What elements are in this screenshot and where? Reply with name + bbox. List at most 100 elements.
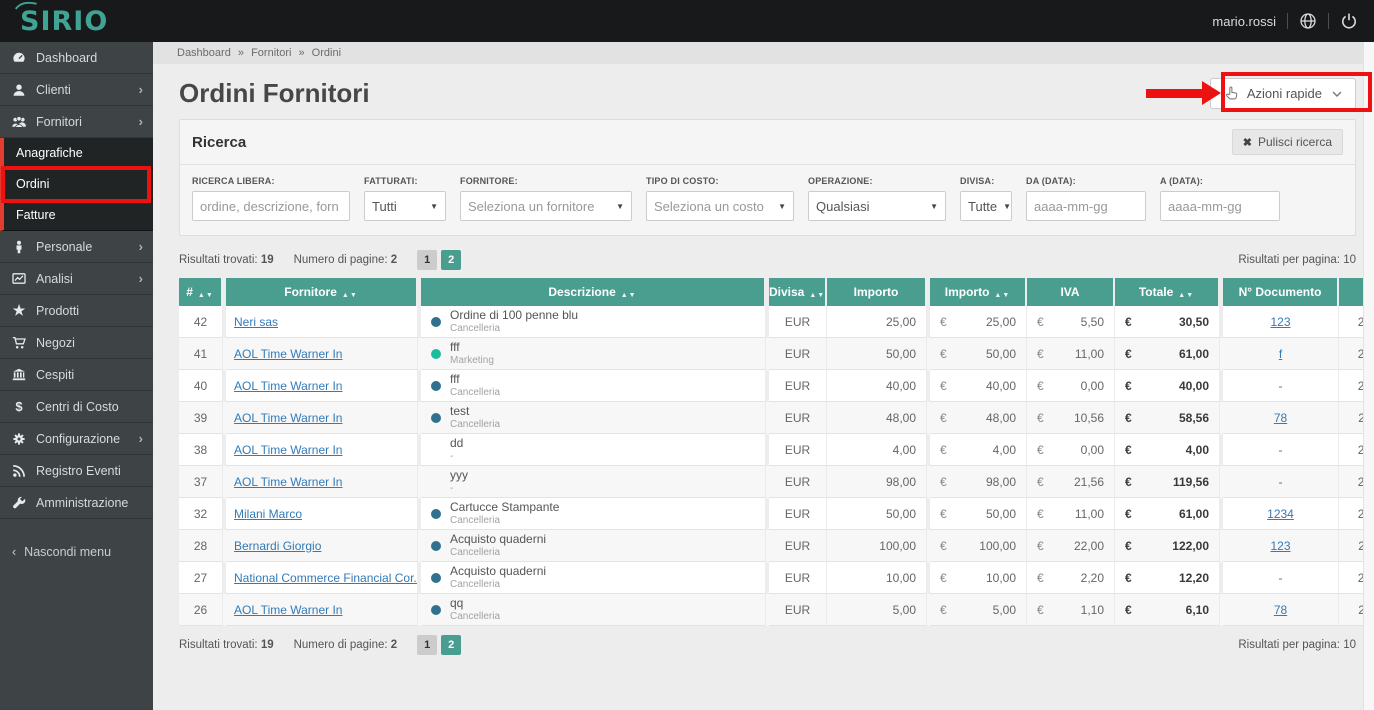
sidebar-item-personale[interactable]: Personale › (0, 231, 153, 263)
supplier-link[interactable]: Neri sas (234, 315, 278, 329)
sort-arrows-icon[interactable]: ▲▼ (809, 292, 825, 299)
document-link[interactable]: 78 (1274, 411, 1287, 425)
sidebar-subitem-anagrafiche[interactable]: Anagrafiche (0, 138, 153, 169)
column-header-descrizione[interactable]: Descrizione ▲▼ (421, 278, 766, 306)
username[interactable]: mario.rossi (1212, 14, 1276, 29)
table-row: 32 Milani Marco Cartucce Stampante Cancelle… (179, 498, 1374, 530)
document-cell: 123 (1223, 306, 1339, 338)
euro-symbol: € (940, 538, 947, 553)
sidebar-item-dashboard[interactable]: Dashboard (0, 42, 153, 74)
total-cell: €6,10 (1115, 594, 1220, 626)
sidebar-item-analisi[interactable]: Analisi › (0, 263, 153, 295)
page-button-2[interactable]: 2 (441, 635, 462, 655)
supplier-link[interactable]: National Commerce Financial Cor... (234, 571, 417, 585)
page-button-2[interactable]: 2 (441, 250, 462, 270)
main-content: Dashboard » Fornitori » Ordini Ordini Fo… (153, 42, 1374, 710)
sidebar-item-centri-di-costo[interactable]: $ Centri di Costo (0, 391, 153, 423)
brand-logo[interactable]: SIRIO (14, 1, 108, 37)
sidebar-item-label: Cespiti (36, 367, 75, 382)
sidebar-subitem-fatture[interactable]: Fatture (0, 200, 153, 231)
bank-icon (10, 368, 28, 382)
supplier-cell: Bernardi Giorgio (226, 530, 418, 562)
results-bar-top: Risultati trovati: 19 Numero di pagine: … (153, 236, 1374, 278)
category-dot (431, 380, 441, 391)
sort-arrows-icon[interactable]: ▲▼ (621, 292, 637, 299)
date-from-input[interactable] (1034, 192, 1138, 220)
sidebar-item-amministrazione[interactable]: Amministrazione (0, 487, 153, 519)
document-link[interactable]: 78 (1274, 603, 1287, 617)
currency-select[interactable]: Tutte ▼ (960, 191, 1012, 221)
category-dot (431, 604, 441, 615)
document-link[interactable]: f (1279, 347, 1282, 361)
breadcrumb-item-ordini[interactable]: Ordini (312, 47, 341, 59)
column-header-[interactable]: # ▲▼ (179, 278, 223, 306)
operation-select[interactable]: Qualsiasi ▼ (808, 191, 946, 221)
invoiced-select[interactable]: Tutti ▼ (364, 191, 446, 221)
clear-search-button[interactable]: ✖ Pulisci ricerca (1231, 129, 1343, 155)
description-category: Cancelleria (450, 322, 501, 334)
sidebar-item-clienti[interactable]: Clienti › (0, 74, 153, 106)
sidebar-item-configurazione[interactable]: Configurazione › (0, 423, 153, 455)
amount-eur-cell: €98,00 (930, 466, 1027, 498)
quick-actions-button[interactable]: Azioni rapide (1209, 78, 1356, 109)
collapse-menu-label: Nascondi menu (24, 545, 112, 559)
operation-field: OPERAZIONE: Qualsiasi ▼ (808, 176, 946, 221)
collapse-menu-button[interactable]: ‹ Nascondi menu (0, 545, 153, 559)
sidebar-item-negozi[interactable]: Negozi (0, 327, 153, 359)
sort-arrows-icon[interactable]: ▲▼ (198, 292, 214, 299)
sidebar-item-registro-eventi[interactable]: Registro Eventi (0, 455, 153, 487)
power-icon[interactable] (1340, 12, 1358, 30)
supplier-link[interactable]: AOL Time Warner In (234, 475, 342, 489)
sidebar-subitem-ordini[interactable]: Ordini (0, 169, 153, 200)
field-label: FORNITORE: (460, 176, 518, 186)
scrollbar-track[interactable] (1363, 42, 1374, 710)
document-link[interactable]: 123 (1270, 315, 1290, 329)
column-header-n-documento[interactable]: N° Documento (1223, 278, 1339, 306)
supplier-link[interactable]: AOL Time Warner In (234, 603, 342, 617)
document-link[interactable]: 123 (1270, 539, 1290, 553)
sidebar-item-cespiti[interactable]: Cespiti (0, 359, 153, 391)
supplier-link[interactable]: Milani Marco (234, 507, 302, 521)
field-label: DIVISA: (960, 176, 995, 186)
cost-type-select[interactable]: Seleziona un costo ▼ (646, 191, 794, 221)
sidebar-item-label: Centri di Costo (36, 399, 119, 414)
column-header-importo[interactable]: Importo (827, 278, 927, 306)
supplier-cell: Neri sas (226, 306, 418, 338)
column-header-label: Importo (944, 285, 990, 299)
supplier-link[interactable]: AOL Time Warner In (234, 347, 342, 361)
field-label: FATTURATI: (364, 176, 418, 186)
supplier-link[interactable]: AOL Time Warner In (234, 411, 342, 425)
chevron-right-icon: › (138, 271, 143, 286)
breadcrumb-item-fornitori[interactable]: Fornitori (251, 47, 291, 59)
amount-eur-cell: €100,00 (930, 530, 1027, 562)
column-header-divisa[interactable]: Divisa ▲▼ (769, 278, 827, 306)
sort-arrows-icon[interactable]: ▲▼ (1178, 292, 1194, 299)
vat-cell: €21,56 (1027, 466, 1115, 498)
page-button-1[interactable]: 1 (417, 635, 438, 655)
order-number: 38 (179, 434, 223, 466)
description-cell: fff Cancelleria (421, 370, 766, 402)
supplier-link[interactable]: AOL Time Warner In (234, 443, 342, 457)
user-icon (10, 83, 28, 97)
column-header-iva[interactable]: IVA (1027, 278, 1115, 306)
page-button-1[interactable]: 1 (417, 250, 438, 270)
globe-icon[interactable] (1299, 12, 1317, 30)
euro-symbol: € (1037, 346, 1044, 361)
supplier-link[interactable]: Bernardi Giorgio (234, 539, 321, 553)
breadcrumb-item-dashboard[interactable]: Dashboard (177, 47, 231, 59)
free-search-input[interactable] (200, 192, 342, 220)
sort-arrows-icon[interactable]: ▲▼ (994, 292, 1010, 299)
column-header-fornitore[interactable]: Fornitore ▲▼ (226, 278, 418, 306)
euro-symbol: € (940, 506, 947, 521)
date-to-input[interactable] (1168, 192, 1272, 220)
supplier-select[interactable]: Seleziona un fornitore ▼ (460, 191, 632, 221)
document-link[interactable]: 1234 (1267, 507, 1294, 521)
sidebar-item-prodotti[interactable]: ★ Prodotti (0, 295, 153, 327)
description-category: Marketing (450, 354, 494, 366)
supplier-link[interactable]: AOL Time Warner In (234, 379, 342, 393)
column-header-totale[interactable]: Totale ▲▼ (1115, 278, 1220, 306)
total-cell: €30,50 (1115, 306, 1220, 338)
sort-arrows-icon[interactable]: ▲▼ (342, 292, 358, 299)
column-header-importo[interactable]: Importo ▲▼ (930, 278, 1027, 306)
sidebar-item-fornitori[interactable]: Fornitori › (0, 106, 153, 138)
